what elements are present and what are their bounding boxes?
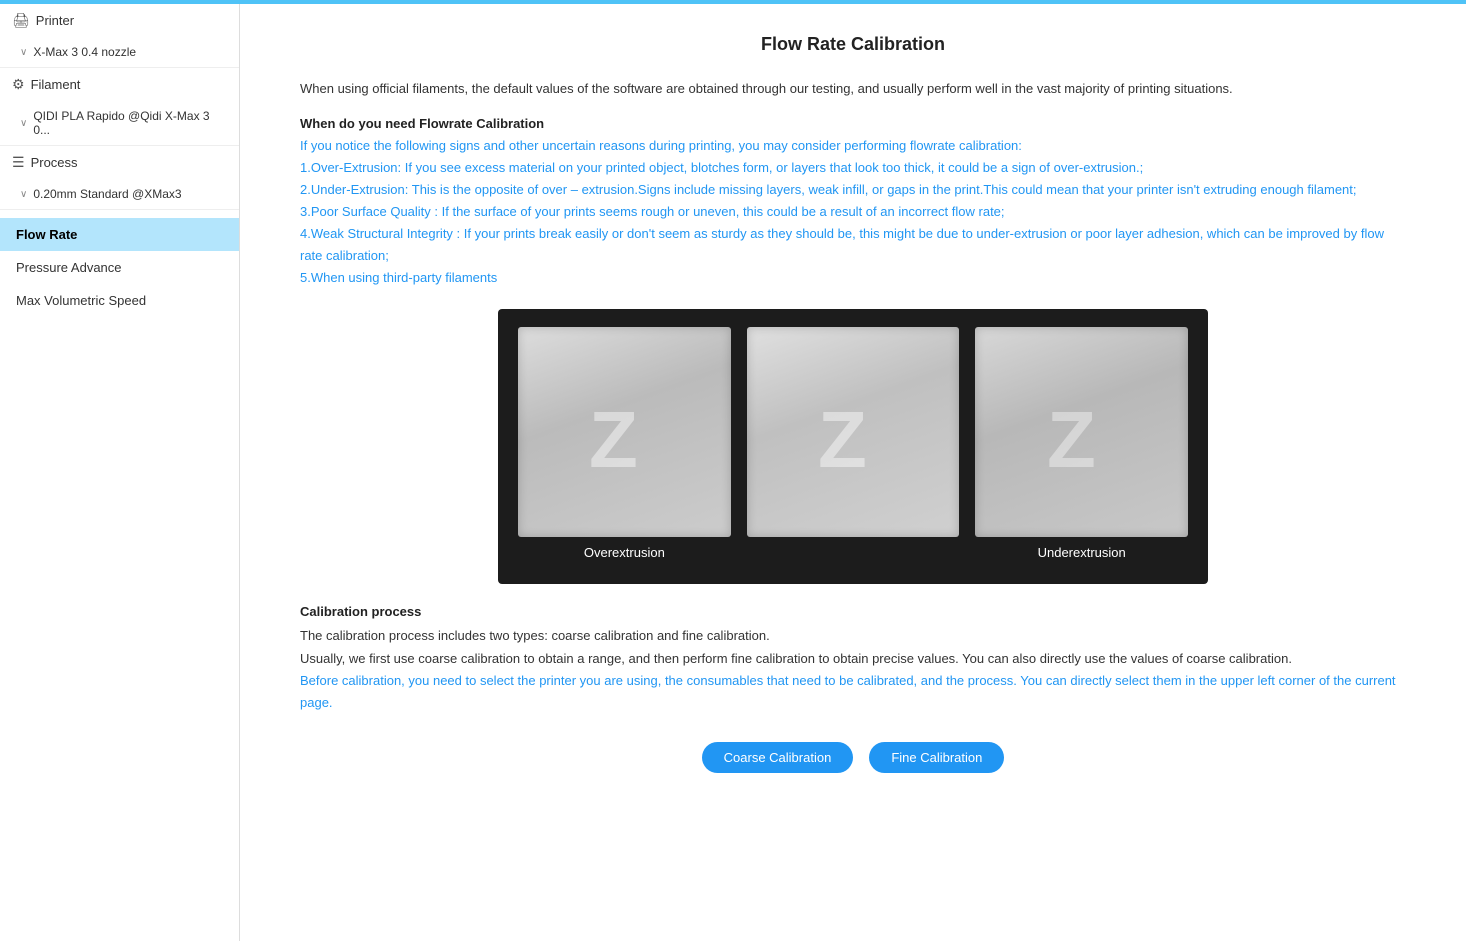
calibration-process-body: The calibration process includes two typ… bbox=[300, 625, 1406, 713]
page-title: Flow Rate Calibration bbox=[300, 34, 1406, 55]
printer-subsection: ∨ X-Max 3 0.4 nozzle bbox=[0, 37, 239, 67]
calibration-line3: Before calibration, you need to select t… bbox=[300, 673, 1396, 710]
fine-calibration-button[interactable]: Fine Calibration bbox=[869, 742, 1004, 773]
process-icon: ☰ bbox=[12, 154, 25, 171]
process-value-label: 0.20mm Standard @XMax3 bbox=[33, 187, 181, 201]
filament-section-label: Filament bbox=[31, 77, 81, 92]
normal-label bbox=[851, 545, 855, 560]
sidebar-filament-header[interactable]: ⚙ Filament bbox=[0, 68, 239, 101]
chevron-down-icon: ∨ bbox=[20, 47, 27, 58]
buttons-row: Coarse Calibration Fine Calibration bbox=[300, 742, 1406, 773]
filament-value-label: QIDI PLA Rapido @Qidi X-Max 3 0... bbox=[33, 109, 223, 137]
calibration-process-title: Calibration process bbox=[300, 604, 1406, 619]
when-section: When do you need Flowrate Calibration If… bbox=[300, 116, 1406, 290]
calibration-line1: The calibration process includes two typ… bbox=[300, 628, 770, 643]
sidebar: 🖨 Printer ∨ X-Max 3 0.4 nozzle ⚙ Filamen… bbox=[0, 4, 240, 941]
when-intro: If you notice the following signs and ot… bbox=[300, 138, 1022, 153]
when-item-4: 4.Weak Structural Integrity : If your pr… bbox=[300, 226, 1384, 263]
sidebar-process-header[interactable]: ☰ Process bbox=[0, 146, 239, 179]
intro-text: When using official filaments, the defau… bbox=[300, 79, 1406, 100]
when-body: If you notice the following signs and ot… bbox=[300, 135, 1406, 290]
chevron-down-icon-2: ∨ bbox=[20, 118, 27, 129]
filament-icon: ⚙ bbox=[12, 76, 25, 93]
underextrusion-label: Underextrusion bbox=[1038, 545, 1126, 560]
printer-section-label: Printer bbox=[36, 13, 74, 28]
z-letter-normal: Z bbox=[813, 387, 893, 477]
filament-value-item[interactable]: ∨ QIDI PLA Rapido @Qidi X-Max 3 0... bbox=[0, 103, 239, 143]
coarse-calibration-button[interactable]: Coarse Calibration bbox=[702, 742, 854, 773]
printer-icon: 🖨 bbox=[12, 12, 30, 29]
when-item-3: 3.Poor Surface Quality : If the surface … bbox=[300, 204, 1005, 219]
nav-item-flow-rate[interactable]: Flow Rate bbox=[0, 218, 239, 251]
overextrusion-label: Overextrusion bbox=[584, 545, 665, 560]
when-item-2: 2.Under-Extrusion: This is the opposite … bbox=[300, 182, 1357, 197]
process-subsection: ∨ 0.20mm Standard @XMax3 bbox=[0, 179, 239, 209]
chevron-down-icon-3: ∨ bbox=[20, 189, 27, 200]
svg-text:Z: Z bbox=[818, 395, 867, 477]
filament-subsection: ∨ QIDI PLA Rapido @Qidi X-Max 3 0... bbox=[0, 101, 239, 145]
main-layout: 🖨 Printer ∨ X-Max 3 0.4 nozzle ⚙ Filamen… bbox=[0, 4, 1466, 941]
when-title: When do you need Flowrate Calibration bbox=[300, 116, 1406, 131]
svg-text:Z: Z bbox=[589, 395, 638, 477]
sidebar-printer-section: 🖨 Printer ∨ X-Max 3 0.4 nozzle bbox=[0, 4, 239, 68]
printer-value-label: X-Max 3 0.4 nozzle bbox=[33, 45, 136, 59]
sidebar-nav: Flow Rate Pressure Advance Max Volumetri… bbox=[0, 210, 239, 325]
when-item-1: 1.Over-Extrusion: If you see excess mate… bbox=[300, 160, 1143, 175]
calibration-process: Calibration process The calibration proc… bbox=[300, 604, 1406, 713]
when-item-5: 5.When using third-party filaments bbox=[300, 270, 497, 285]
sidebar-filament-section: ⚙ Filament ∨ QIDI PLA Rapido @Qidi X-Max… bbox=[0, 68, 239, 146]
nav-item-pressure-advance[interactable]: Pressure Advance bbox=[0, 251, 239, 284]
image-container: Z Overextrusion Z bbox=[300, 309, 1406, 584]
process-value-item[interactable]: ∨ 0.20mm Standard @XMax3 bbox=[0, 181, 239, 207]
overextrusion-block: Z Overextrusion bbox=[518, 327, 731, 560]
main-content: Flow Rate Calibration When using officia… bbox=[240, 4, 1466, 941]
z-letter-over: Z bbox=[584, 387, 664, 477]
nav-item-max-volumetric-speed[interactable]: Max Volumetric Speed bbox=[0, 284, 239, 317]
calibration-line2: Usually, we first use coarse calibration… bbox=[300, 651, 1292, 666]
sidebar-printer-header[interactable]: 🖨 Printer bbox=[0, 4, 239, 37]
underextrusion-block: Z Underextrusion bbox=[975, 327, 1188, 560]
svg-text:Z: Z bbox=[1047, 395, 1096, 477]
normal-block: Z bbox=[747, 327, 960, 560]
printer-value-item[interactable]: ∨ X-Max 3 0.4 nozzle bbox=[0, 39, 239, 65]
z-letter-under: Z bbox=[1042, 387, 1122, 477]
sidebar-process-section: ☰ Process ∨ 0.20mm Standard @XMax3 bbox=[0, 146, 239, 210]
process-section-label: Process bbox=[31, 155, 78, 170]
